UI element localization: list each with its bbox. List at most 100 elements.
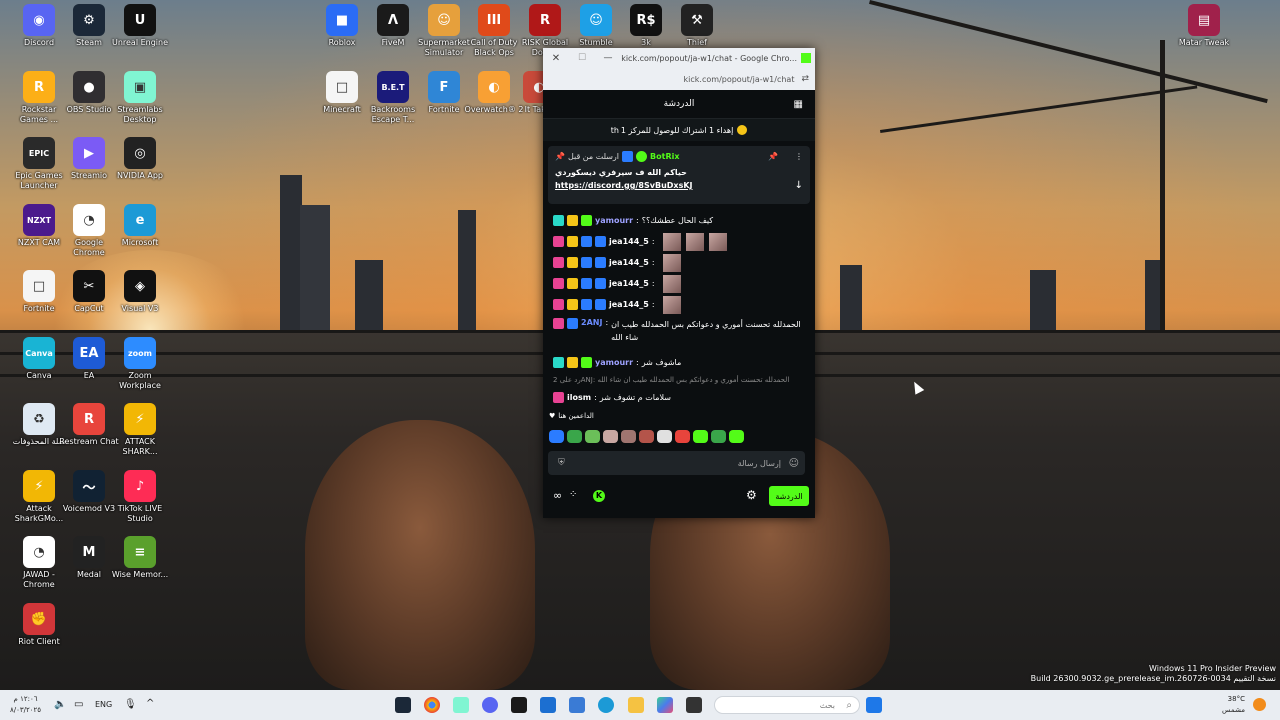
- chat-message[interactable]: رد على 2ANJ: الحمدلله تحسنت أموري و دعوا…: [543, 373, 815, 387]
- watermark-line1: Windows 11 Pro Insider Preview: [1148, 664, 1276, 673]
- user-badge: [567, 299, 578, 310]
- volume-icon[interactable]: 🔈: [54, 699, 66, 710]
- chat-message[interactable]: yamourr: ماشوف شر: [543, 352, 815, 373]
- emote-icon[interactable]: [711, 430, 726, 443]
- chat-composer[interactable]: ⛨ إرسال رسالة ☺: [548, 451, 805, 475]
- emote-icon[interactable]: [729, 430, 744, 443]
- chat-message[interactable]: jea144_5:: [543, 252, 815, 273]
- emote-icon[interactable]: [693, 430, 708, 443]
- weather-widget[interactable]: 38°C مشمس: [1222, 694, 1245, 716]
- minimize-icon[interactable]: —: [595, 53, 621, 63]
- emote-bar[interactable]: [549, 430, 744, 443]
- emote-icon[interactable]: [603, 430, 618, 443]
- fivem-taskbar-icon[interactable]: [511, 697, 527, 713]
- chat-message[interactable]: jea144_5:: [543, 294, 815, 315]
- app-icon: e: [124, 204, 156, 236]
- chrome-taskbar-icon[interactable]: [424, 697, 440, 713]
- chat-username[interactable]: jea144_5: [609, 237, 649, 246]
- emote-icon[interactable]: [621, 430, 636, 443]
- more-options-icon[interactable]: ⋮: [795, 152, 803, 161]
- emote-icon[interactable]: [549, 430, 564, 443]
- chat-username[interactable]: yamourr: [595, 358, 633, 367]
- message-input[interactable]: إرسال رسالة: [738, 459, 781, 468]
- chat-message[interactable]: 2ANJ: الحمدلله تحسنت أموري و دعواتكم بس ا…: [543, 315, 815, 352]
- taskbar-search[interactable]: بحث ⌕: [714, 696, 860, 714]
- chat-username[interactable]: jea144_5: [609, 258, 649, 267]
- streamlabs-taskbar-icon[interactable]: [453, 697, 469, 713]
- emote-icon[interactable]: [675, 430, 690, 443]
- emote-icon[interactable]: [657, 430, 672, 443]
- app-icon: ✊: [23, 603, 55, 635]
- settings-gear-icon[interactable]: ⚙: [746, 488, 757, 502]
- desktop-icon[interactable]: e Microsoft: [109, 204, 171, 248]
- language-indicator[interactable]: ENG: [95, 700, 112, 709]
- steam-taskbar-icon[interactable]: [395, 697, 411, 713]
- desktop-icon[interactable]: ✊ Riot Client: [8, 603, 70, 647]
- user-badge: [567, 278, 578, 289]
- chat-message[interactable]: jea144_5:: [543, 231, 815, 252]
- close-icon[interactable]: ✕: [543, 53, 569, 64]
- unpin-icon[interactable]: 📌: [768, 152, 778, 161]
- chat-messages[interactable]: yamourr: كيف الحال عطشك؟؟ jea144_5: jea144_…: [543, 210, 815, 408]
- search-input[interactable]: بحث: [820, 701, 835, 710]
- shield-icon[interactable]: ⛨: [558, 458, 565, 468]
- emote-icon[interactable]: [567, 430, 582, 443]
- microphone-icon[interactable]: 🎙: [124, 699, 137, 710]
- send-chat-button[interactable]: الدردشة: [769, 486, 809, 506]
- chat-message[interactable]: jea144_5:: [543, 273, 815, 294]
- start-windows-icon[interactable]: [866, 697, 882, 713]
- gift-goal-banner[interactable]: th إهداء 1 اشتراك للوصول للمركز 1: [543, 119, 815, 141]
- chat-username[interactable]: 2ANJ: [581, 318, 602, 327]
- chat-username[interactable]: jea144_5: [609, 300, 649, 309]
- chat-message[interactable]: ilosm: سلامات م تشوف شر: [543, 387, 815, 408]
- app-taskbar-icon[interactable]: [686, 697, 702, 713]
- chat-username[interactable]: ilosm: [567, 393, 591, 402]
- desktop-icon[interactable]: ⚒ Thief: [666, 4, 728, 48]
- user-badge: [553, 357, 564, 368]
- users-icon[interactable]: ▦: [794, 99, 803, 110]
- desktop-icon[interactable]: ◈ Visual V3: [109, 270, 171, 314]
- app-icon: ☺: [428, 4, 460, 36]
- app-taskbar-icon[interactable]: [569, 697, 585, 713]
- kick-k-icon[interactable]: K: [593, 490, 605, 502]
- desktop-icon[interactable]: zoom Zoom Workplace: [109, 337, 171, 391]
- chat-popout-window[interactable]: ✕ ☐ — kick.com/popout/ja-w1/chat - Googl…: [543, 48, 815, 518]
- copilot-taskbar-icon[interactable]: [657, 697, 673, 713]
- store-taskbar-icon[interactable]: [540, 697, 556, 713]
- desktop-icon[interactable]: ▣ Streamlabs Desktop: [109, 71, 171, 125]
- user-badge: [581, 257, 592, 268]
- pinned-user[interactable]: BotRix: [650, 152, 679, 161]
- desktop-icon[interactable]: ◎ NVIDIA App: [109, 137, 171, 181]
- pinned-link[interactable]: https://discord.gg/8SvBuDxsKJ: [555, 181, 693, 190]
- desktop-icon[interactable]: ♪ TikTok LIVE Studio: [109, 470, 171, 524]
- desktop-icon[interactable]: ▤ Matar Tweak: [1173, 4, 1235, 48]
- chat-username[interactable]: yamourr: [595, 216, 633, 225]
- clock[interactable]: ١٢:٠٦ م ٨/٠٣/٢٠٢٥: [10, 694, 41, 716]
- desktop-icon[interactable]: ⚡ ATTACK SHARK...: [109, 403, 171, 457]
- clock-time: ١٢:٠٦ م: [13, 695, 38, 703]
- infinity-icon[interactable]: ∞: [553, 489, 562, 502]
- pinned-message[interactable]: 📌 ارسلت من قبل BotRix 📌 ⋮ حياكم الله ف س…: [548, 146, 810, 204]
- desktop-icon[interactable]: ≡ Wise Memor...: [109, 536, 171, 580]
- address-bar[interactable]: kick.com/popout/ja-w1/chat ⇄: [543, 68, 815, 90]
- discord-taskbar-icon[interactable]: [482, 697, 498, 713]
- desktop-icon-label: NVIDIA App: [117, 171, 163, 180]
- chat-message[interactable]: yamourr: كيف الحال عطشك؟؟: [543, 210, 815, 231]
- app-icon: ⚡: [124, 403, 156, 435]
- window-titlebar[interactable]: ✕ ☐ — kick.com/popout/ja-w1/chat - Googl…: [543, 48, 815, 68]
- file-explorer-taskbar-icon[interactable]: [628, 697, 644, 713]
- tray-chevron-icon[interactable]: ^: [146, 698, 154, 709]
- network-icon[interactable]: ▭: [74, 699, 83, 710]
- wallpaper-tower: [458, 210, 476, 335]
- chat-username[interactable]: jea144_5: [609, 279, 649, 288]
- edge-taskbar-icon[interactable]: [598, 697, 614, 713]
- emote-image: [662, 232, 681, 251]
- points-icon[interactable]: ⁘: [569, 489, 577, 500]
- maximize-icon[interactable]: ☐: [569, 53, 595, 63]
- emote-icon[interactable]: [585, 430, 600, 443]
- site-settings-icon[interactable]: ⇄: [801, 74, 809, 84]
- desktop-icon[interactable]: U Unreal Engine: [109, 4, 171, 48]
- emote-icon[interactable]: [639, 430, 654, 443]
- expand-down-icon[interactable]: ↓: [795, 180, 803, 191]
- emoji-icon[interactable]: ☺: [789, 458, 799, 469]
